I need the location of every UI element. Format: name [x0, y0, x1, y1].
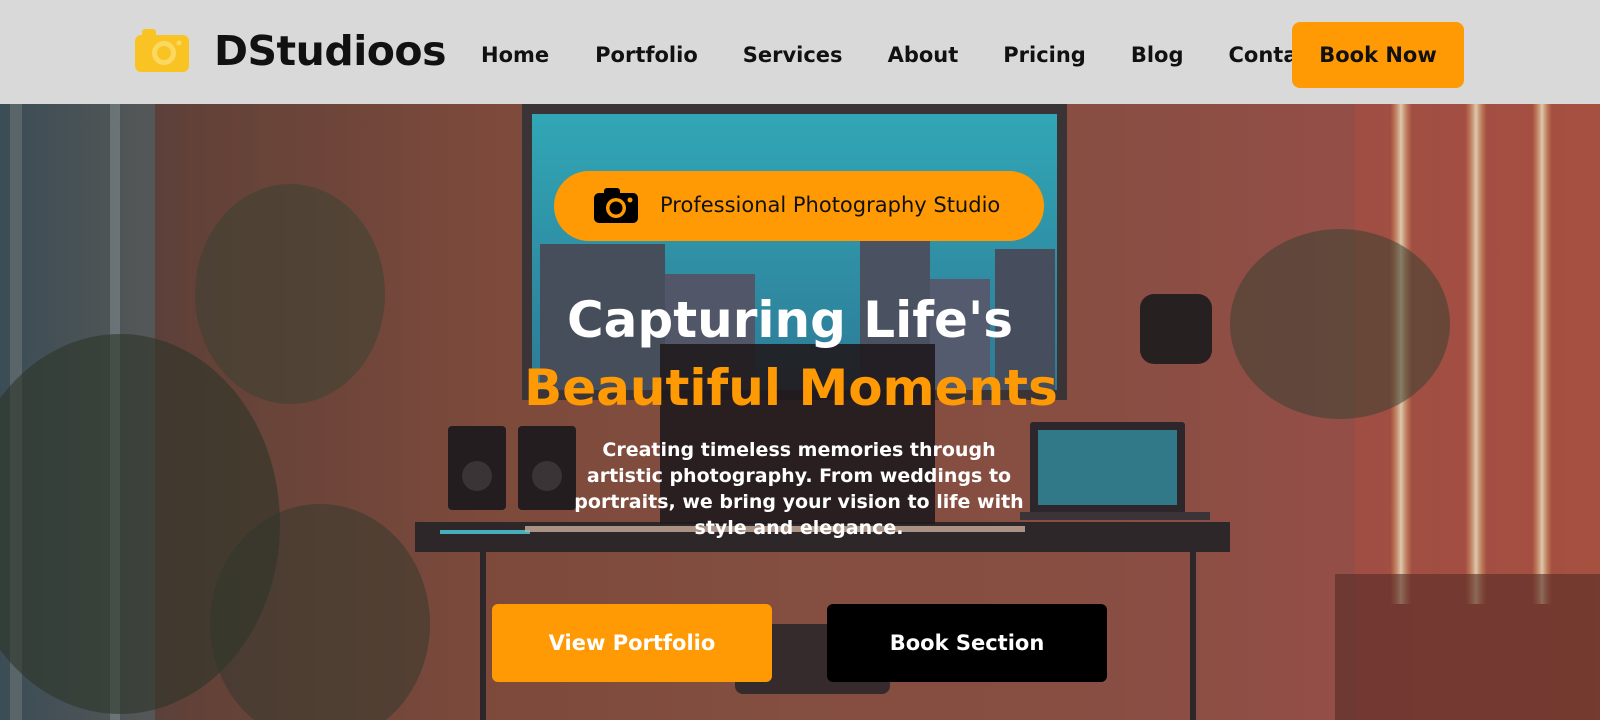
- camera-icon: [594, 188, 638, 223]
- nav-item-services[interactable]: Services: [743, 40, 843, 70]
- nav-item-blog[interactable]: Blog: [1131, 40, 1184, 70]
- hero-subtitle: Creating timeless memories through artis…: [574, 439, 1024, 539]
- book-now-button[interactable]: Book Now: [1292, 22, 1464, 88]
- hero-title-line2: Beautiful Moments: [524, 359, 1058, 417]
- brand-name: DStudioos: [214, 27, 447, 75]
- site-header: DStudioos Home Portfolio Services About …: [0, 0, 1600, 104]
- badge-text: Professional Photography Studio: [660, 193, 1001, 217]
- hero-section: Professional Photography Studio Capturin…: [0, 104, 1600, 720]
- main-nav: Home Portfolio Services About Pricing Bl…: [481, 40, 1320, 70]
- nav-item-portfolio[interactable]: Portfolio: [595, 40, 698, 70]
- nav-item-about[interactable]: About: [888, 40, 959, 70]
- camera-icon: [135, 29, 189, 72]
- view-portfolio-button[interactable]: View Portfolio: [492, 604, 772, 682]
- brand-logo[interactable]: DStudioos: [133, 26, 447, 75]
- nav-item-pricing[interactable]: Pricing: [1003, 40, 1086, 70]
- nav-item-home[interactable]: Home: [481, 40, 549, 70]
- studio-badge: Professional Photography Studio: [554, 171, 1044, 241]
- book-section-button[interactable]: Book Section: [827, 604, 1107, 682]
- hero-title-line1: Capturing Life's: [566, 291, 1014, 349]
